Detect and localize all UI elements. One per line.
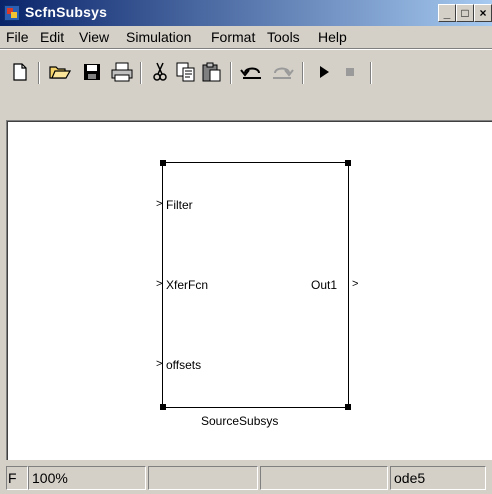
title-bar[interactable]: ScfnSubsys _ □ ×	[0, 0, 492, 26]
print-icon[interactable]	[110, 60, 134, 84]
block-resize-handle[interactable]	[160, 160, 166, 166]
input-port-label: offsets	[166, 358, 202, 372]
stop-icon[interactable]	[338, 60, 362, 84]
menu-help[interactable]: Help	[318, 26, 347, 48]
block-resize-handle[interactable]	[345, 404, 351, 410]
block-name-label[interactable]: SourceSubsys	[201, 414, 278, 428]
status-cell-left: F	[6, 466, 28, 490]
menu-format[interactable]: Format	[211, 26, 255, 48]
input-port-label: Filter	[166, 198, 193, 212]
window-title: ScfnSubsys	[25, 4, 108, 20]
block-resize-handle[interactable]	[345, 160, 351, 166]
maximize-button[interactable]: □	[456, 4, 474, 22]
toolbar-separator	[230, 62, 232, 84]
paste-icon[interactable]	[200, 60, 224, 84]
menu-simulation[interactable]: Simulation	[126, 26, 191, 48]
minimize-button[interactable]: _	[438, 4, 456, 22]
menu-tools[interactable]: Tools	[267, 26, 300, 48]
redo-icon[interactable]	[270, 60, 294, 84]
menu-file[interactable]: File	[6, 26, 29, 48]
status-zoom: 100%	[28, 466, 146, 490]
undo-icon[interactable]	[240, 60, 264, 84]
input-port-arrow-icon: >	[156, 278, 163, 290]
menu-bar: File Edit View Simulation Format Tools H…	[0, 26, 492, 48]
save-icon[interactable]	[80, 60, 104, 84]
output-port-label: Out1	[311, 278, 338, 292]
status-solver: ode5	[390, 466, 486, 490]
simulink-app-icon[interactable]	[4, 5, 20, 21]
toolbar-separator	[38, 62, 40, 84]
cut-icon[interactable]	[148, 60, 172, 84]
canvas-area-top	[0, 93, 492, 120]
toolbar-separator	[140, 62, 142, 84]
input-port-arrow-icon: >	[156, 198, 163, 210]
open-icon[interactable]	[48, 60, 72, 84]
output-port-arrow-icon: >	[352, 278, 359, 290]
play-icon[interactable]	[312, 60, 336, 84]
toolbar-separator	[370, 62, 372, 84]
block-resize-handle[interactable]	[160, 404, 166, 410]
status-cell-empty	[260, 466, 388, 490]
toolbar	[0, 50, 492, 93]
status-cell-empty	[148, 466, 258, 490]
copy-icon[interactable]	[174, 60, 198, 84]
toolbar-separator	[302, 62, 304, 84]
new-icon[interactable]	[8, 60, 32, 84]
close-button[interactable]: ×	[474, 4, 492, 22]
input-port-label: XferFcn	[166, 278, 209, 292]
menu-edit[interactable]: Edit	[40, 26, 64, 48]
status-bar: F 100% ode5	[0, 462, 492, 494]
input-port-arrow-icon: >	[156, 358, 163, 370]
menu-view[interactable]: View	[79, 26, 109, 48]
